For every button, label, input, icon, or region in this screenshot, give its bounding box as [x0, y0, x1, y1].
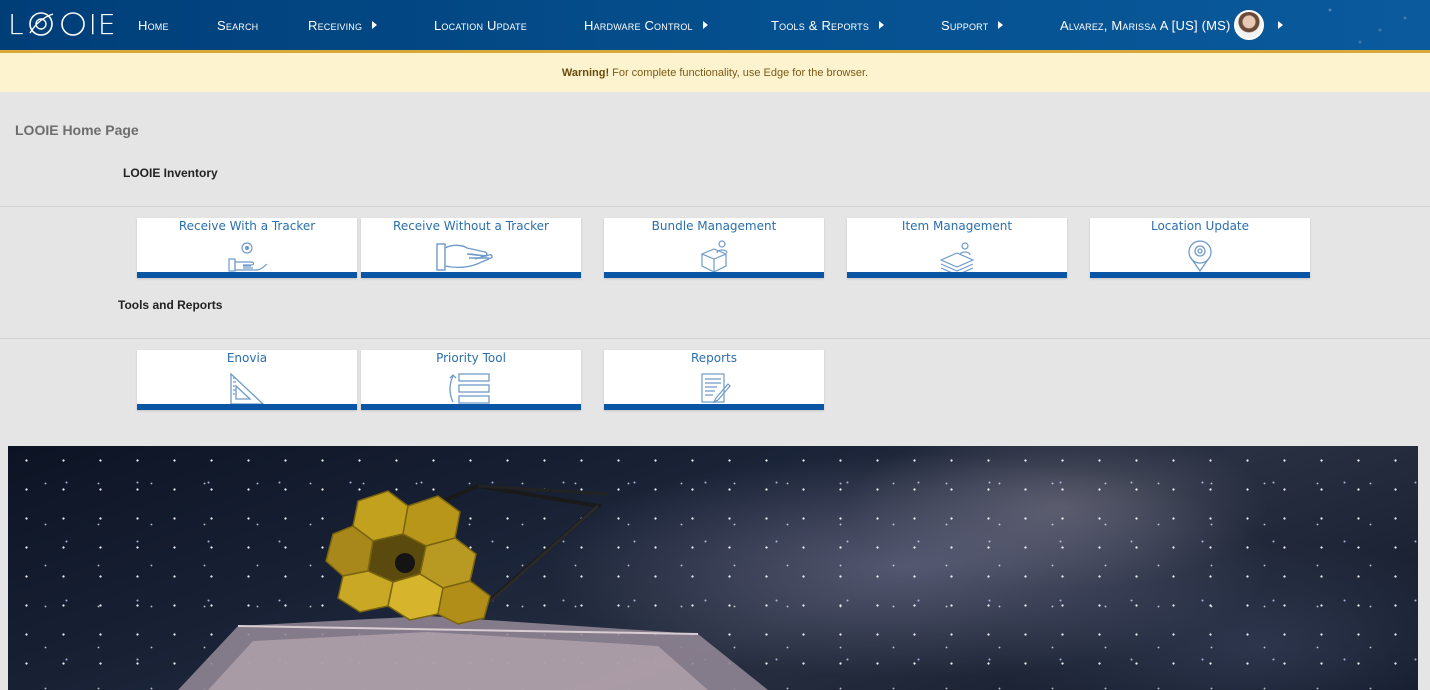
tile-location-update[interactable]: Location Update: [1090, 218, 1310, 278]
hand-tracker-icon: [228, 242, 268, 272]
tile-reports[interactable]: Reports: [604, 350, 824, 410]
tile-title: Item Management: [901, 219, 1013, 233]
tile-priority-tool[interactable]: Priority Tool: [361, 350, 581, 410]
logo-text-right: IE: [88, 7, 117, 41]
logo-o-icon: [60, 12, 85, 36]
logo-text-left: L: [8, 7, 25, 41]
nav-item-search[interactable]: Search: [217, 0, 258, 50]
tile-title: Receive With a Tracker: [178, 219, 316, 233]
nav-item-support[interactable]: Support: [941, 0, 1004, 50]
tile-accent-bar: [847, 272, 1067, 278]
tile-title: Bundle Management: [651, 219, 777, 233]
nav-item-label: Location Update: [434, 17, 527, 33]
tile-title: Priority Tool: [436, 351, 506, 365]
nav-item-label: Receiving: [308, 17, 363, 33]
tile-enovia[interactable]: Enovia: [137, 350, 357, 410]
caret-right-icon: [998, 21, 1004, 29]
nav-item-label: Search: [217, 17, 259, 33]
tile-accent-bar: [361, 404, 581, 410]
nav-item-home[interactable]: Home: [138, 0, 169, 50]
browser-warning-banner: Warning! For complete functionality, use…: [0, 53, 1430, 92]
caret-right-icon: [702, 21, 708, 29]
nav-item-location-update[interactable]: Location Update: [434, 0, 527, 50]
priority-list-icon: [449, 373, 490, 404]
caret-right-icon: [879, 21, 885, 29]
telescope-hero-image: [8, 446, 1418, 690]
tile-accent-bar: [604, 272, 824, 278]
tile-title: Location Update: [1150, 219, 1250, 233]
tile-bundle-management[interactable]: Bundle Management: [604, 218, 824, 278]
tile-title: Reports: [690, 351, 738, 365]
user-name: Alvarez, Marissa A [US] (MS): [1060, 17, 1231, 33]
nav-user-menu[interactable]: Alvarez, Marissa A [US] (MS): [1060, 0, 1283, 50]
nav-item-label: Support: [941, 17, 989, 33]
tile-title: Receive Without a Tracker: [393, 219, 549, 233]
location-pin-icon: [1188, 240, 1212, 272]
caret-right-icon: [1277, 21, 1283, 29]
section-divider: [0, 206, 1430, 207]
app-logo[interactable]: L IE: [8, 7, 117, 41]
nav-item-tools-reports[interactable]: Tools & Reports: [771, 0, 885, 50]
top-navigation-bar: L IE Home Search Receiving Location Upda…: [0, 0, 1430, 53]
stacked-items-icon: [939, 242, 975, 272]
warning-label: Warning!: [561, 66, 610, 79]
nav-item-receiving[interactable]: Receiving: [308, 0, 378, 50]
telescope-illustration: [178, 483, 768, 690]
tile-receive-without-a-tracker[interactable]: Receive Without a Tracker: [361, 218, 581, 278]
tile-item-management[interactable]: Item Management: [847, 218, 1067, 278]
tile-title: Enovia: [226, 351, 268, 365]
page-title: LOOIE Home Page: [15, 122, 139, 138]
set-square-icon: [230, 372, 264, 404]
tile-accent-bar: [137, 404, 357, 410]
caret-right-icon: [372, 21, 378, 29]
nav-item-label: Tools & Reports: [771, 17, 870, 33]
logo-orbit-icon: [28, 12, 53, 36]
report-document-icon: [701, 373, 731, 404]
open-hand-icon: [436, 243, 493, 271]
section-divider: [0, 338, 1430, 339]
section-heading-tools-reports: Tools and Reports: [118, 298, 223, 312]
nav-item-label: Hardware Control: [584, 17, 693, 33]
avatar: [1233, 10, 1264, 40]
nav-item-label: Home: [138, 17, 169, 33]
nav-item-hardware-control[interactable]: Hardware Control: [584, 0, 708, 50]
warning-message: For complete functionality, use Edge for…: [612, 66, 869, 79]
tile-receive-with-a-tracker[interactable]: Receive With a Tracker: [137, 218, 357, 278]
section-heading-inventory: LOOIE Inventory: [123, 166, 218, 180]
tile-accent-bar: [1090, 272, 1310, 278]
tile-accent-bar: [137, 272, 357, 278]
tile-accent-bar: [604, 404, 824, 410]
tile-accent-bar: [361, 272, 581, 278]
box-user-icon: [700, 240, 728, 272]
